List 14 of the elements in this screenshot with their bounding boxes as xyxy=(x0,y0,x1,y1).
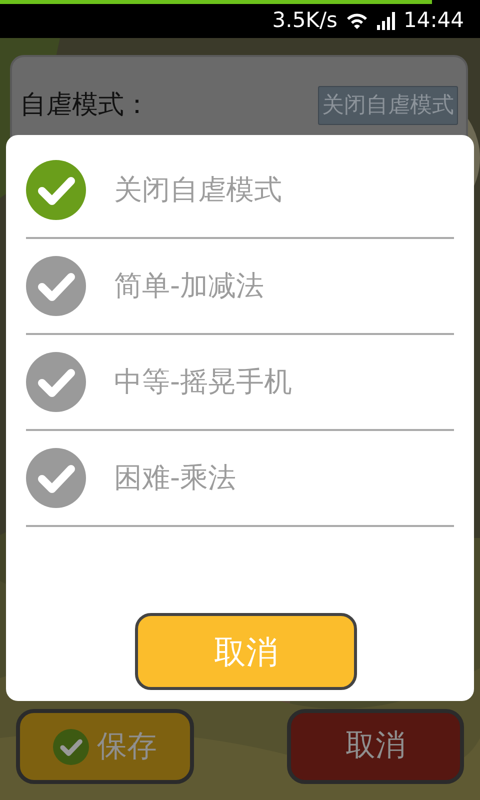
mode-button[interactable]: 关闭自虐模式 xyxy=(318,86,458,124)
network-speed: 3.5K/s xyxy=(272,7,338,34)
option-item[interactable]: 简单-加减法 xyxy=(26,239,454,335)
option-item[interactable]: 中等-摇晃手机 xyxy=(26,335,454,431)
check-icon xyxy=(53,728,89,764)
option-item[interactable]: 困难-乘法 xyxy=(26,431,454,527)
cancel-button[interactable]: 取消 xyxy=(135,613,357,690)
save-button[interactable]: 保存 xyxy=(16,709,194,784)
cancel-button[interactable]: 取消 xyxy=(287,709,464,784)
clock-time: 14:44 xyxy=(403,7,464,34)
option-item[interactable]: 关闭自虐模式 xyxy=(26,143,454,239)
wifi-icon xyxy=(345,11,370,31)
signal-icon xyxy=(377,12,396,30)
setting-label: 自虐模式： xyxy=(20,88,150,122)
